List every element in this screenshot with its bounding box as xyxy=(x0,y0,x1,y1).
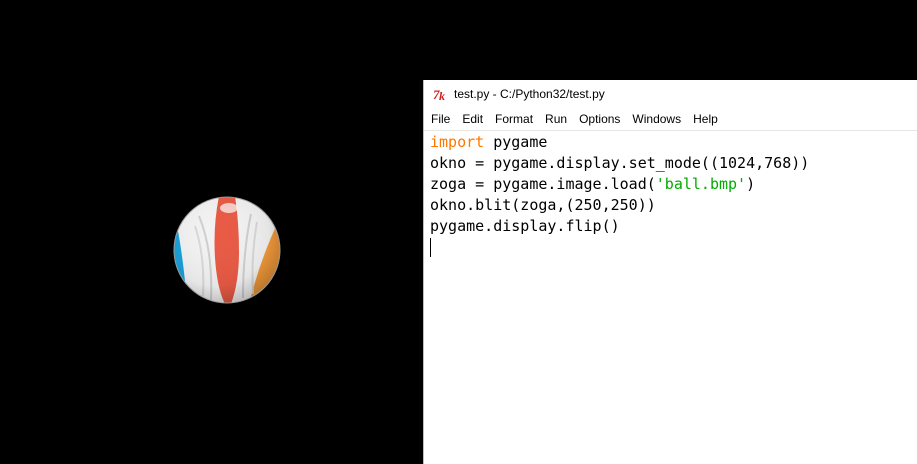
menu-help[interactable]: Help xyxy=(687,108,724,130)
svg-text:k: k xyxy=(439,89,445,102)
code-line-3-after: ) xyxy=(746,175,756,193)
title-bar[interactable]: 7 k test.py - C:/Python32/test.py xyxy=(424,80,917,108)
code-line-5: pygame.display.flip() xyxy=(430,217,620,235)
code-line-4: okno.blit(zoga,(250,250)) xyxy=(430,196,656,214)
menu-windows[interactable]: Windows xyxy=(626,108,687,130)
code-line-1: import pygame xyxy=(430,132,917,153)
menu-format[interactable]: Format xyxy=(489,108,539,130)
text-cursor xyxy=(430,238,431,257)
menu-bar: File Edit Format Run Options Windows Hel… xyxy=(424,108,917,131)
code-line-3: zoga = pygame.image.load('ball.bmp') xyxy=(430,174,917,195)
code-line-3-before: zoga = pygame.image.load( xyxy=(430,175,656,193)
menu-file[interactable]: File xyxy=(425,108,456,130)
code-line-2: okno = pygame.display.set_mode((1024,768… xyxy=(430,154,810,172)
idle-python-icon: 7 k xyxy=(433,87,445,102)
string-literal: 'ball.bmp' xyxy=(655,175,747,193)
code-editor[interactable]: import pygame okno = pygame.display.set_… xyxy=(424,132,917,464)
menu-options[interactable]: Options xyxy=(573,108,626,130)
keyword-import: import xyxy=(430,133,485,151)
window-title: test.py - C:/Python32/test.py xyxy=(454,87,605,101)
menu-run[interactable]: Run xyxy=(539,108,573,130)
code-line-1-rest: pygame xyxy=(484,133,548,151)
idle-editor-window: 7 k test.py - C:/Python32/test.py File E… xyxy=(423,80,917,464)
beach-ball-image xyxy=(173,196,281,304)
menu-edit[interactable]: Edit xyxy=(456,108,489,130)
